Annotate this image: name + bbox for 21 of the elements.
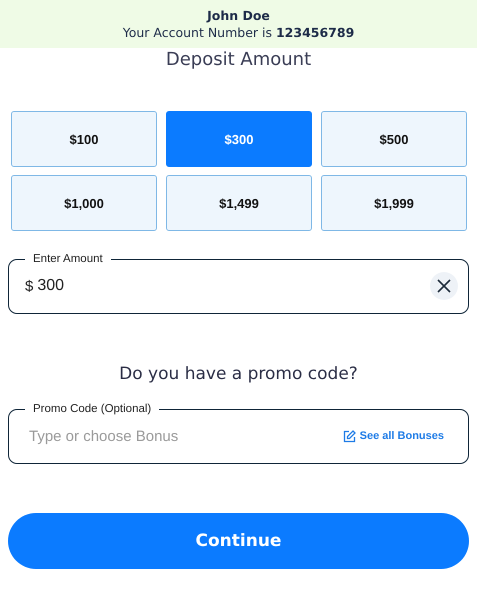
promo-code-field[interactable]: Promo Code (Optional) Type or choose Bonus See all Bonuses (8, 402, 469, 464)
currency-symbol: $ (25, 278, 34, 294)
field-label: Promo Code (Optional) (32, 402, 152, 416)
promo-code-input[interactable]: Type or choose Bonus (25, 428, 343, 444)
edit-icon (342, 430, 356, 442)
field-label: Enter Amount (32, 252, 104, 266)
amount-option[interactable]: $300 (166, 111, 312, 167)
amount-field[interactable]: Enter Amount $ 300 (8, 252, 469, 314)
amount-option[interactable]: $500 (321, 111, 467, 167)
amount-option[interactable]: $1,499 (166, 175, 312, 231)
amount-input[interactable]: 300 (37, 277, 430, 295)
amount-option[interactable]: $100 (11, 111, 157, 167)
close-icon[interactable] (430, 272, 458, 300)
see-all-bonuses-link[interactable]: See all Bonuses (360, 430, 444, 442)
continue-button[interactable]: Continue (8, 513, 469, 569)
promo-heading: Do you have a promo code? (118, 364, 359, 384)
deposit-title: Deposit Amount (164, 49, 312, 70)
user-name: John Doe (207, 8, 270, 23)
account-number-text: Your Account Number is 123456789 (122, 25, 354, 40)
amount-option[interactable]: $1,000 (11, 175, 157, 231)
amount-option[interactable]: $1,999 (321, 175, 467, 231)
